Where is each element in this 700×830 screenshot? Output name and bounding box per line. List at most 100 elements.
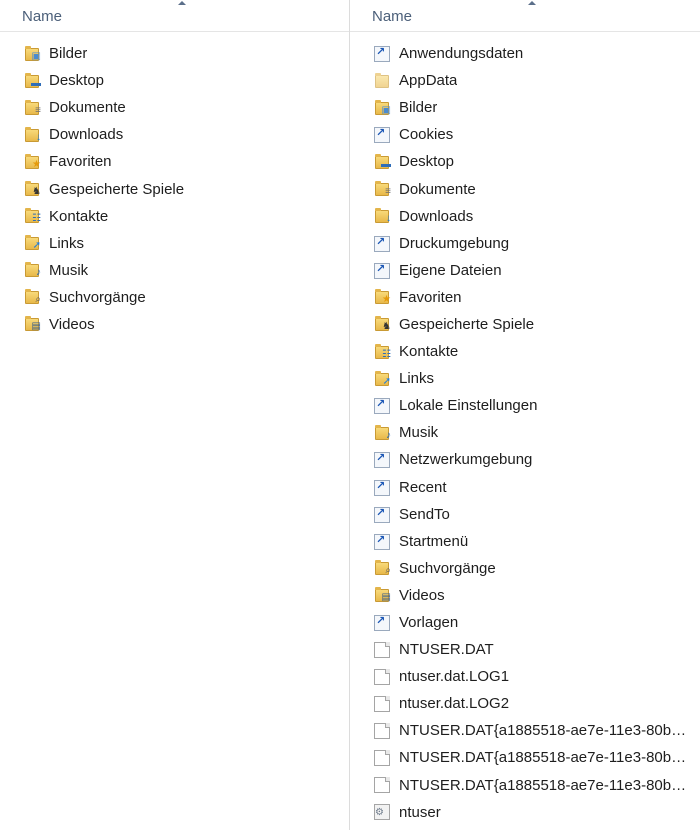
file-list: ▣ Bilder ▬ Desktop ≡ Dokumente ↓ Downloads ★ Favo… [0,40,349,338]
list-item[interactable]: ⌕ Suchvorgänge [0,284,349,311]
list-item[interactable]: Eigene Dateien [350,257,700,284]
list-item[interactable]: ≡ Dokumente [350,175,700,202]
list-item-label: AppData [399,72,458,90]
list-item[interactable]: Cookies [350,121,700,148]
folder-desktop-icon: ▬ [374,153,391,170]
file-icon [374,641,390,658]
right-file-pane[interactable]: Name Anwendungsdaten AppData ▣ Bilder Cookie… [350,0,700,830]
list-item-label: Kontakte [399,343,459,361]
file-icon [374,695,390,712]
list-item[interactable]: NTUSER.DAT{a1885518-ae7e-11e3-80ba-... [350,772,700,799]
list-item-label: Suchvorgänge [399,559,496,577]
folder-favorites-icon: ★ [24,153,41,170]
list-item-label: Links [399,370,435,388]
sort-ascending-icon [178,1,186,5]
list-item[interactable]: ★ Favoriten [350,284,700,311]
list-item-label: ntuser.dat.LOG2 [399,695,510,713]
folder-downloads-icon: ↓ [374,208,391,224]
list-item-label: Anwendungsdaten [399,45,524,63]
folder-links-icon: ➚ [24,235,41,251]
list-item[interactable]: ↓ Downloads [0,121,349,148]
folder-videos-icon: ▤ [24,316,41,332]
list-item[interactable]: Lokale Einstellungen [350,392,700,419]
name-column-header[interactable]: Name [350,0,700,32]
file-icon [374,668,390,685]
list-item[interactable]: NTUSER.DAT [350,636,700,663]
list-item[interactable]: ▤ Videos [350,582,700,609]
list-item-label: Recent [399,478,447,496]
folder-searches-icon: ⌕ [24,289,41,305]
list-item-label: ntuser [399,803,441,821]
file-icon [374,722,390,739]
list-item[interactable]: ♪ Musik [0,257,349,284]
shortcut-icon [374,126,390,144]
list-item[interactable]: ntuser [350,799,700,826]
list-item-label: Bilder [399,99,438,117]
folder-hidden-icon [374,72,390,89]
list-item[interactable]: ▣ Bilder [0,40,349,67]
list-item[interactable]: ▬ Desktop [350,148,700,175]
folder-links-icon: ➚ [374,370,391,387]
list-item[interactable]: Startmenü [350,528,700,555]
list-item[interactable]: ♞ Gespeicherte Spiele [350,311,700,338]
folder-favorites-icon: ★ [374,289,391,305]
list-item[interactable]: ntuser.dat.LOG2 [350,690,700,717]
folder-searches-icon: ⌕ [374,560,391,576]
list-item[interactable]: Anwendungsdaten [350,40,700,67]
list-item[interactable]: ★ Favoriten [0,148,349,175]
list-item-label: Videos [49,315,95,333]
shortcut-icon [374,235,390,252]
list-item-label: Gespeicherte Spiele [399,315,535,333]
folder-documents-icon: ≡ [24,99,41,116]
list-item-label: SendTo [399,505,450,523]
list-item[interactable]: ▤ Videos [0,311,349,338]
folder-pictures-icon: ▣ [24,45,41,62]
list-item-label: Bilder [49,45,88,63]
list-item-label: Suchvorgänge [49,288,146,306]
folder-music-icon: ♪ [374,424,391,441]
shortcut-icon [374,397,390,415]
list-item-label: NTUSER.DAT{a1885518-ae7e-11e3-80ba-... [399,776,687,794]
list-item-label: Eigene Dateien [399,261,502,279]
list-item[interactable]: ▬ Desktop [0,67,349,94]
list-item[interactable]: ntuser.dat.LOG1 [350,663,700,690]
list-item-label: Musik [49,261,89,279]
list-item-label: Lokale Einstellungen [399,397,538,415]
list-item-label: Netzwerkumgebung [399,451,533,469]
list-item[interactable]: SendTo [350,501,700,528]
list-item-label: Vorlagen [399,614,459,632]
list-item[interactable]: NTUSER.DAT{a1885518-ae7e-11e3-80ba-... [350,717,700,744]
folder-saved-games-icon: ♞ [24,181,41,197]
list-item[interactable]: ⌕ Suchvorgänge [350,555,700,582]
list-item[interactable]: Netzwerkumgebung [350,446,700,473]
folder-documents-icon: ≡ [374,181,391,197]
list-item[interactable]: Vorlagen [350,609,700,636]
list-item[interactable]: ♪ Musik [350,419,700,446]
list-item-label: Dokumente [399,180,476,198]
list-item-label: Desktop [49,72,105,90]
list-item[interactable]: AppData [350,67,700,94]
list-item[interactable]: Druckumgebung [350,230,700,257]
list-item-label: Favoriten [49,153,112,171]
shortcut-icon [374,506,390,523]
name-column-header[interactable]: Name [0,0,349,32]
folder-downloads-icon: ↓ [24,126,41,143]
list-item[interactable]: ▣ Bilder [350,94,700,121]
folder-music-icon: ♪ [24,262,41,278]
left-file-pane[interactable]: Name ▣ Bilder ▬ Desktop ≡ Dokumente ↓ Downloads… [0,0,350,830]
list-item[interactable]: ☷ Kontakte [350,338,700,365]
list-item-label: Dokumente [49,99,126,117]
list-item[interactable]: ➚ Links [0,230,349,257]
list-item[interactable]: ♞ Gespeicherte Spiele [0,175,349,202]
list-item[interactable]: ➚ Links [350,365,700,392]
shortcut-icon [374,451,390,469]
list-item[interactable]: NTUSER.DAT{a1885518-ae7e-11e3-80ba-... [350,744,700,771]
folder-pictures-icon: ▣ [374,99,391,116]
list-item[interactable]: ≡ Dokumente [0,94,349,121]
list-item[interactable]: ↓ Downloads [350,203,700,230]
list-item[interactable]: Recent [350,474,700,501]
folder-contacts-icon: ☷ [24,208,41,224]
folder-saved-games-icon: ♞ [374,316,391,332]
list-item[interactable]: ☷ Kontakte [0,203,349,230]
list-item-label: Gespeicherte Spiele [49,180,185,198]
